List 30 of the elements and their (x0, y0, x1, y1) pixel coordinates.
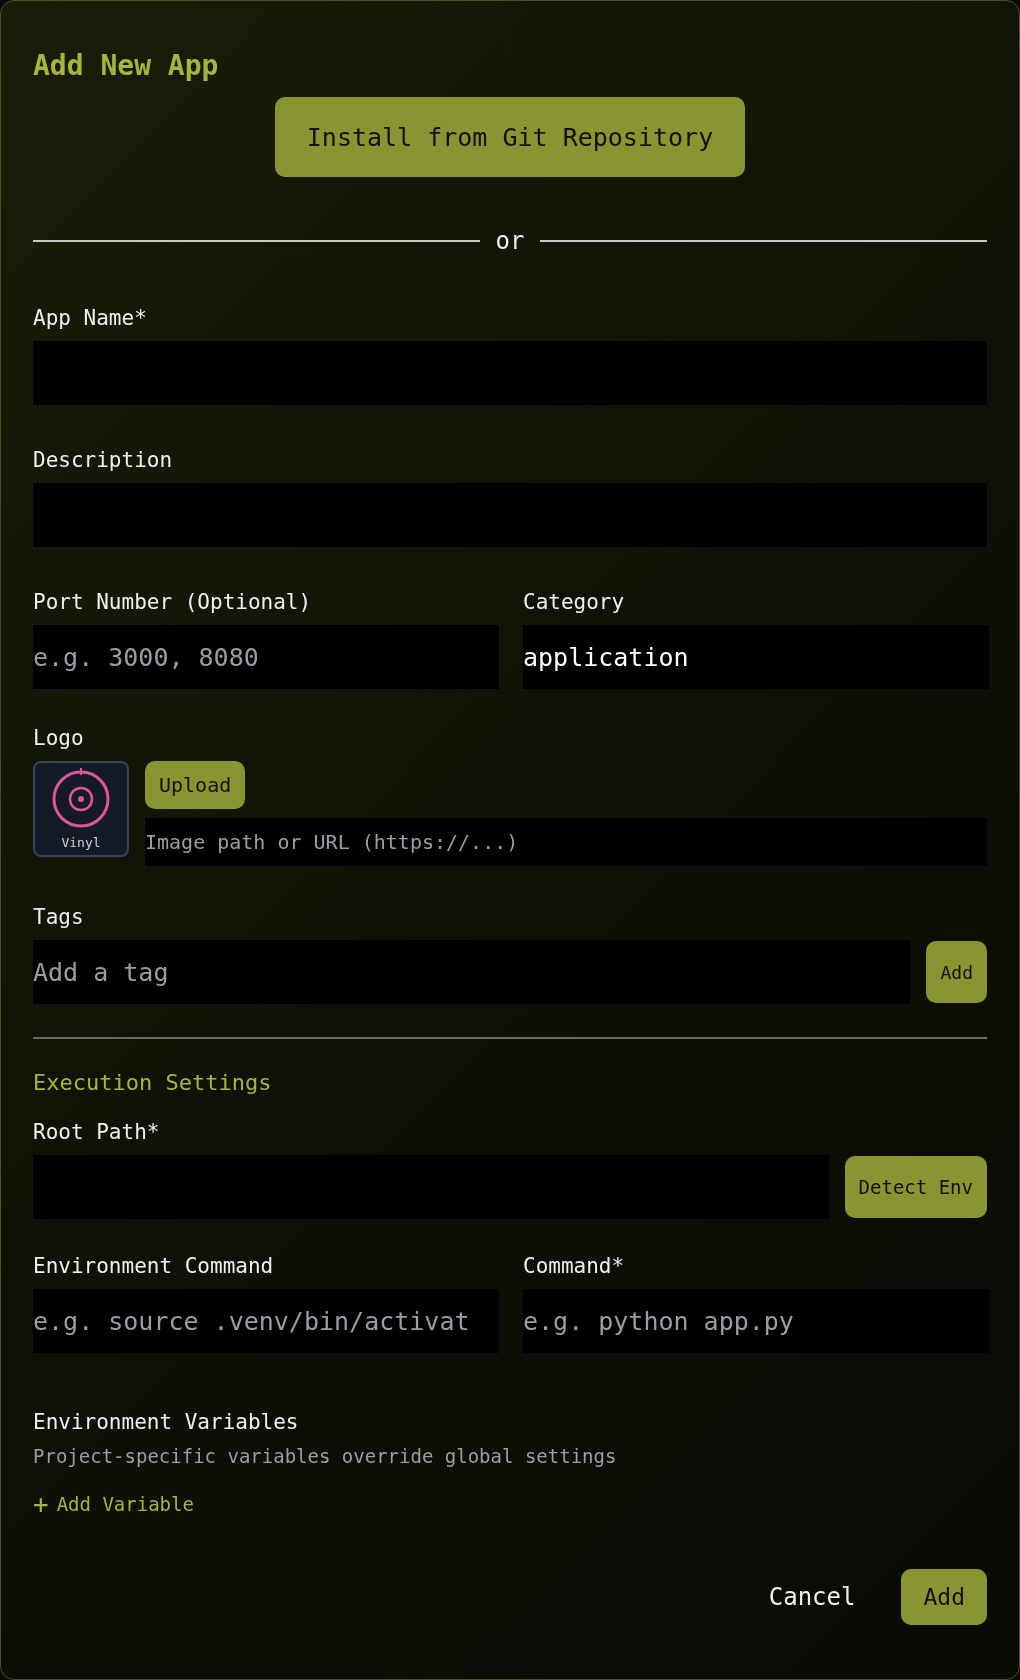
git-install-button[interactable]: Install from Git Repository (274, 97, 746, 177)
input-field[interactable]: e.g. 3000, 8080 (33, 625, 499, 689)
input-field[interactable]: e.g. source .venv/bin/activat (33, 1289, 499, 1353)
upload-button[interactable]: Upload (145, 761, 246, 809)
section-label: Environment Variables (33, 1409, 300, 1436)
input-field[interactable] (33, 483, 987, 547)
field-label: Environment Command (33, 1253, 275, 1280)
field-label: Logo (33, 725, 85, 752)
url-field[interactable]: Image path or URL (https://...) (145, 818, 987, 866)
field-label: App Name* (33, 305, 148, 332)
section-heading: Execution Settings (33, 1069, 273, 1097)
add-button[interactable]: Add (901, 1569, 987, 1625)
detect-env-button[interactable]: Detect Env (844, 1156, 987, 1218)
field-label: Category (523, 589, 626, 616)
cancel-button[interactable]: Cancel (762, 1582, 862, 1612)
dialog-title: Add New App (33, 48, 220, 84)
field-label: Command* (523, 1253, 626, 1280)
tag-field[interactable]: Add a tag (33, 940, 911, 1004)
field-label: Tags (33, 904, 85, 931)
field-label: Root Path* (33, 1119, 161, 1146)
add-tag-button[interactable]: Add (926, 941, 987, 1003)
logo-caption: Vinyl (61, 835, 101, 850)
select-field[interactable]: application (523, 625, 989, 689)
hint-text: Project-specific variables override global settings (33, 1445, 618, 1467)
add-variable-link[interactable]: + Add Variable (33, 1489, 194, 1519)
input-field[interactable] (33, 341, 987, 405)
input-field[interactable]: e.g. python app.py (523, 1289, 989, 1353)
or-divider-text: or (495, 227, 525, 255)
field-label: Description (33, 447, 174, 474)
field-label: Port Number (Optional) (33, 589, 313, 616)
